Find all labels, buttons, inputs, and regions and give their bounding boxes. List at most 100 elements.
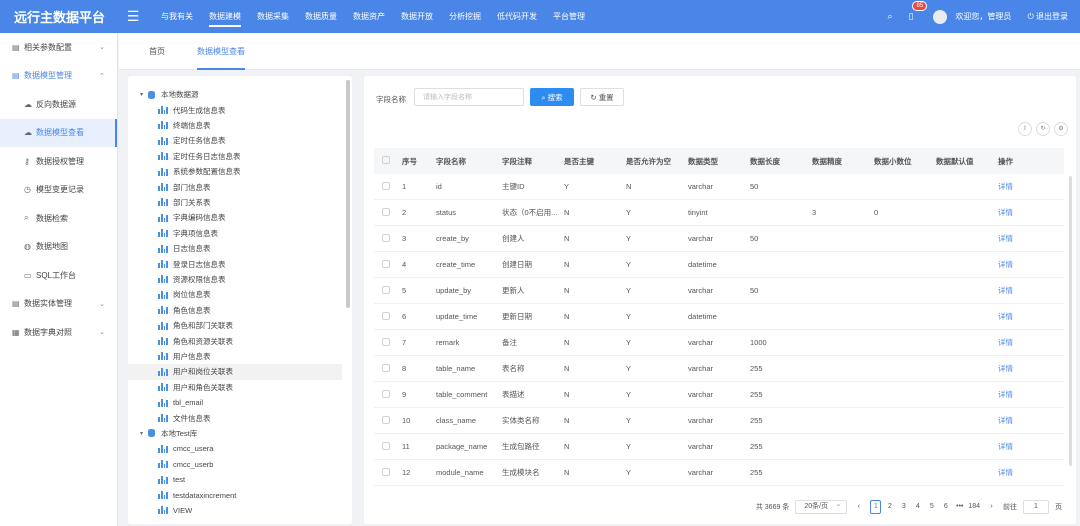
row-checkbox[interactable] (382, 441, 390, 450)
detail-link[interactable]: 详情 (998, 467, 1046, 478)
nav-item-0[interactable]: 与我有关 (153, 0, 201, 33)
sidebar-item-5[interactable]: ◷ 模型变更记录 (0, 176, 117, 205)
tree-table-node[interactable]: 角色和资源关联表 (128, 333, 342, 348)
tree-table-node[interactable]: 角色和部门关联表 (128, 318, 342, 333)
detail-link[interactable]: 详情 (998, 441, 1046, 452)
row-checkbox[interactable] (382, 311, 390, 320)
row-checkbox[interactable] (382, 181, 390, 190)
page-ellipsis[interactable]: ••• (954, 500, 965, 514)
tree-table-node[interactable]: 用户和岗位关联表 (128, 364, 342, 380)
nav-item-4[interactable]: 数据资产 (345, 0, 393, 33)
tab-data-model-view[interactable]: 数据模型查看 (197, 33, 245, 70)
tree-table-node[interactable]: 用户信息表 (128, 349, 342, 364)
row-checkbox[interactable] (382, 467, 390, 476)
prev-page-button[interactable]: ‹ (853, 500, 864, 514)
tree-table-node[interactable]: tbl_email (128, 395, 342, 410)
logout-button[interactable]: ⏻ 退出登录 (1027, 11, 1068, 22)
tree-scrollbar[interactable] (346, 80, 350, 308)
nav-item-3[interactable]: 数据质量 (297, 0, 345, 33)
tab-home[interactable]: 首页 (149, 33, 165, 70)
detail-link[interactable]: 详情 (998, 181, 1046, 192)
page-number[interactable]: 5 (926, 500, 937, 514)
chevron-down-icon[interactable]: ⌄ (99, 43, 105, 51)
detail-link[interactable]: 详情 (998, 233, 1046, 244)
row-checkbox[interactable] (382, 233, 390, 242)
row-checkbox[interactable] (382, 389, 390, 398)
tree-table-node[interactable]: 字典项信息表 (128, 226, 342, 241)
column-header[interactable]: 数据类型 (688, 156, 750, 167)
tree-table-node[interactable]: cmcc_userb (128, 457, 342, 472)
field-name-input[interactable] (414, 88, 524, 106)
tree-table-node[interactable]: 部门关系表 (128, 195, 342, 210)
detail-link[interactable]: 详情 (998, 337, 1046, 348)
settings-icon[interactable]: ⚙ (1054, 122, 1068, 136)
chevron-down-icon[interactable]: ⌄ (99, 328, 105, 336)
nav-item-2[interactable]: 数据采集 (249, 0, 297, 33)
column-header[interactable]: 操作 (998, 156, 1046, 167)
sidebar-item-3[interactable]: ☁ 数据模型查看 (0, 118, 117, 147)
goto-page-input[interactable]: 1 (1023, 500, 1049, 514)
page-number[interactable]: 1 (870, 500, 882, 514)
tree-table-node[interactable]: 登录日志信息表 (128, 256, 342, 271)
sidebar-item-7[interactable]: ◍ 数据地图 (0, 233, 117, 262)
tree-datasource-node[interactable]: ▾ 本地数据源 (128, 87, 342, 102)
sidebar-item-2[interactable]: ☁ 反向数据源 (0, 90, 117, 119)
search-icon[interactable]: ⌕ (887, 11, 892, 22)
row-checkbox[interactable] (382, 207, 390, 216)
page-number[interactable]: 4 (912, 500, 923, 514)
tree-table-node[interactable]: 部门信息表 (128, 179, 342, 194)
column-header[interactable]: 数据小数位 (874, 156, 936, 167)
caret-down-icon[interactable]: ▾ (140, 430, 148, 437)
nav-item-7[interactable]: 低代码开发 (489, 0, 545, 33)
tree-table-node[interactable]: 文件信息表 (128, 410, 342, 425)
tree-table-node[interactable]: 定时任务日志信息表 (128, 149, 342, 164)
detail-link[interactable]: 详情 (998, 363, 1046, 374)
tree-table-node[interactable]: test (128, 472, 342, 487)
tree-table-node[interactable]: cmcc_usera (128, 441, 342, 456)
tree-datasource-node[interactable]: ▾ 本地Test库 (128, 426, 342, 441)
detail-link[interactable]: 详情 (998, 207, 1046, 218)
page-number[interactable]: 184 (968, 500, 980, 514)
menu-toggle-icon[interactable]: ☰ (123, 8, 143, 25)
nav-item-5[interactable]: 数据开放 (393, 0, 441, 33)
tree-table-node[interactable]: 岗位信息表 (128, 287, 342, 302)
sidebar-item-8[interactable]: ▭ SQL工作台 (0, 261, 117, 290)
caret-down-icon[interactable]: ▾ (140, 91, 148, 98)
sidebar-item-10[interactable]: ▦ 数据字典对照 ⌄ (0, 318, 117, 347)
nav-item-8[interactable]: 平台管理 (545, 0, 593, 33)
search-button[interactable]: ⌕ 搜索 (530, 88, 574, 106)
column-header[interactable]: 数据默认值 (936, 156, 998, 167)
tree-table-node[interactable]: VIEW (128, 503, 342, 518)
table-scrollbar[interactable] (1069, 176, 1072, 466)
tree-table-node[interactable]: 字典编码信息表 (128, 210, 342, 225)
tree-table-node[interactable]: testdataxincrement (128, 487, 342, 502)
sidebar-item-0[interactable]: ▤ 相关参数配置 ⌄ (0, 33, 117, 62)
column-header[interactable]: 序号 (402, 156, 436, 167)
column-header[interactable]: 是否主键 (564, 156, 626, 167)
page-number[interactable]: 3 (898, 500, 909, 514)
page-number[interactable]: 6 (940, 500, 951, 514)
detail-link[interactable]: 详情 (998, 285, 1046, 296)
refresh-icon[interactable]: ↻ (1036, 122, 1050, 136)
column-header[interactable]: 字段名称 (436, 156, 502, 167)
column-height-icon[interactable]: I (1018, 122, 1032, 136)
tree-table-node[interactable]: 角色信息表 (128, 303, 342, 318)
tree-table-node[interactable]: 代码生成信息表 (128, 102, 342, 117)
reset-button[interactable]: ↻ 重置 (580, 88, 624, 106)
column-header[interactable]: 数据长度 (750, 156, 812, 167)
tree-table-node[interactable]: 终端信息表 (128, 118, 342, 133)
column-header[interactable]: 数据精度 (812, 156, 874, 167)
tree-table-node[interactable]: 日志信息表 (128, 241, 342, 256)
detail-link[interactable]: 详情 (998, 311, 1046, 322)
column-header[interactable]: 字段注释 (502, 156, 564, 167)
sidebar-item-9[interactable]: ▤ 数据实体管理 ⌄ (0, 290, 117, 319)
tree-table-node[interactable]: 系统参数配置信息表 (128, 164, 342, 179)
bell-icon[interactable]: ▯ 85 (908, 1, 928, 22)
tree-table-node[interactable]: 用户和角色关联表 (128, 380, 342, 395)
avatar[interactable] (933, 9, 948, 24)
row-checkbox[interactable] (382, 285, 390, 294)
detail-link[interactable]: 详情 (998, 389, 1046, 400)
detail-link[interactable]: 详情 (998, 259, 1046, 270)
row-checkbox[interactable] (382, 363, 390, 372)
chevron-down-icon[interactable]: ⌄ (99, 300, 105, 308)
